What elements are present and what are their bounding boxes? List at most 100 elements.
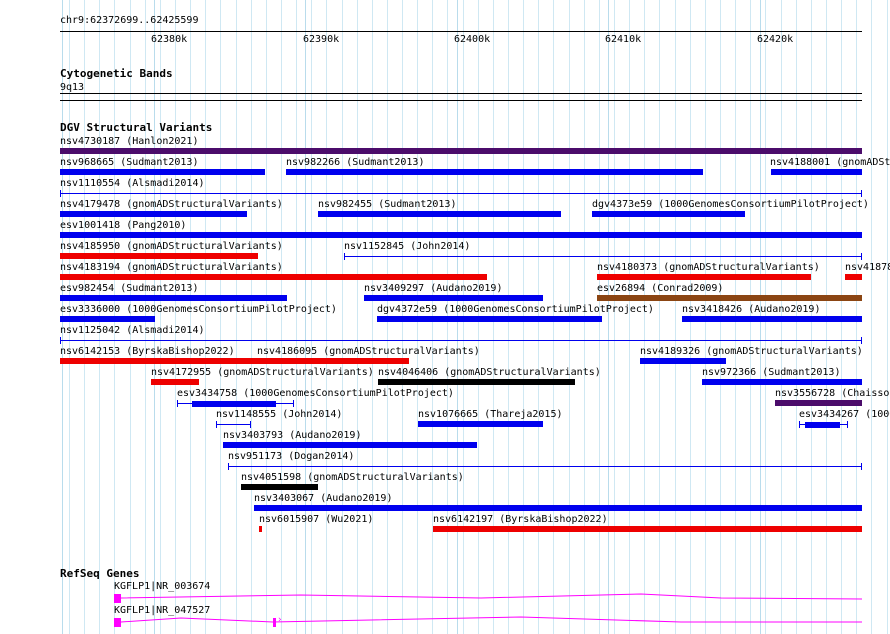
variant-label[interactable]: esv3434758 (1000GenomesConsortiumPilotPr…	[177, 388, 454, 399]
variant-label[interactable]: nsv982455 (Sudmant2013)	[318, 199, 456, 210]
ruler-tick: 62380k	[151, 34, 188, 45]
variant-feature[interactable]	[845, 274, 862, 280]
variant-label[interactable]: nsv4189326 (gnomADStructuralVariants)	[640, 346, 863, 357]
variant-label[interactable]: nsv6142153 (ByrskaBishop2022)	[60, 346, 235, 357]
variant-feature[interactable]	[775, 400, 862, 406]
variant-label[interactable]: esv3336000 (1000GenomesConsortiumPilotPr…	[60, 304, 337, 315]
variant-feature[interactable]	[60, 295, 287, 301]
variant-feature[interactable]	[60, 316, 155, 322]
variant-feature[interactable]	[364, 295, 543, 301]
ruler-tick: 62390k	[303, 34, 340, 45]
variant-label[interactable]: nsv4051598 (gnomADStructuralVariants)	[241, 472, 464, 483]
variant-label[interactable]: nsv4186095 (gnomADStructuralVariants)	[257, 346, 480, 357]
variant-block[interactable]	[192, 401, 276, 407]
variant-label[interactable]: nsv982266 (Sudmant2013)	[286, 157, 424, 168]
variant-feature[interactable]	[60, 232, 862, 238]
variant-feature[interactable]	[60, 253, 258, 259]
variant-label[interactable]: nsv3418426 (Audano2019)	[682, 304, 820, 315]
variant-label[interactable]: nsv1110554 (Alsmadi2014)	[60, 178, 205, 189]
variant-label[interactable]: esv982454 (Sudmant2013)	[60, 283, 198, 294]
cytoband-band-bottom	[60, 100, 862, 101]
variant-feature[interactable]	[60, 148, 862, 154]
variant-feature[interactable]	[60, 169, 265, 175]
variant-label[interactable]: nsv1076665 (Thareja2015)	[418, 409, 563, 420]
variant-feature[interactable]	[592, 211, 745, 217]
cytoband-band[interactable]	[60, 93, 862, 94]
variant-block[interactable]	[805, 422, 840, 428]
variant-endcap	[250, 421, 251, 428]
track-title-refseq[interactable]: RefSeq Genes	[60, 568, 139, 580]
variant-feature[interactable]	[60, 340, 862, 341]
variant-feature[interactable]	[378, 379, 575, 385]
variant-endcap	[344, 253, 345, 260]
variant-feature[interactable]	[60, 358, 257, 364]
variant-label[interactable]: nsv4730187 (Hanlon2021)	[60, 136, 198, 147]
variant-label[interactable]: nsv3409297 (Audano2019)	[364, 283, 502, 294]
variant-feature[interactable]	[702, 379, 862, 385]
variant-label[interactable]: nsv1125042 (Alsmadi2014)	[60, 325, 205, 336]
variant-feature[interactable]	[216, 424, 251, 425]
variant-feature[interactable]	[223, 442, 477, 448]
variant-endcap	[861, 337, 862, 344]
track-title-dgv[interactable]: DGV Structural Variants	[60, 122, 212, 134]
variant-label[interactable]: nsv3403793 (Audano2019)	[223, 430, 361, 441]
variant-feature[interactable]	[682, 316, 862, 322]
track-title-cytoband[interactable]: Cytogenetic Bands	[60, 68, 173, 80]
ruler-tick: 62410k	[605, 34, 642, 45]
variant-label[interactable]: nsv41878	[845, 262, 890, 273]
variant-label[interactable]: dgv4373e59 (1000GenomesConsortiumPilotPr…	[592, 199, 869, 210]
variant-endcap	[861, 190, 862, 197]
variant-feature[interactable]	[433, 526, 862, 532]
variant-feature[interactable]	[60, 193, 862, 194]
ruler-tick: 62400k	[454, 34, 491, 45]
variant-feature[interactable]	[254, 505, 862, 511]
variant-feature[interactable]	[377, 316, 602, 322]
variant-label[interactable]: esv26894 (Conrad2009)	[597, 283, 723, 294]
variant-label[interactable]: nsv4185950 (gnomADStructuralVariants)	[60, 241, 283, 252]
variant-endcap	[177, 400, 178, 407]
variant-endcap	[847, 421, 848, 428]
variant-label[interactable]: dgv4372e59 (1000GenomesConsortiumPilotPr…	[377, 304, 654, 315]
variant-feature[interactable]	[60, 274, 487, 280]
variant-feature[interactable]	[257, 358, 409, 364]
variant-feature[interactable]	[640, 358, 726, 364]
variant-label[interactable]: nsv972366 (Sudmant2013)	[702, 367, 840, 378]
variant-label[interactable]: nsv4179478 (gnomADStructuralVariants)	[60, 199, 283, 210]
gene-exon[interactable]	[114, 618, 121, 627]
variant-label[interactable]: nsv4046406 (gnomADStructuralVariants)	[378, 367, 601, 378]
gene-exon[interactable]	[114, 594, 121, 603]
variant-label[interactable]: nsv6142197 (ByrskaBishop2022)	[433, 514, 608, 525]
variant-label[interactable]: nsv968665 (Sudmant2013)	[60, 157, 198, 168]
variant-label[interactable]: nsv4180373 (gnomADStructuralVariants)	[597, 262, 820, 273]
variant-feature[interactable]	[597, 295, 862, 301]
variant-feature[interactable]	[418, 421, 543, 427]
variant-label[interactable]: esv1001418 (Pang2010)	[60, 220, 186, 231]
variant-label[interactable]: nsv1148555 (John2014)	[216, 409, 342, 420]
variant-endcap	[228, 463, 229, 470]
variant-feature[interactable]	[60, 211, 247, 217]
variant-label[interactable]: nsv3556728 (Chaisson	[775, 388, 890, 399]
variant-feature[interactable]	[228, 466, 862, 467]
variant-feature[interactable]	[771, 169, 862, 175]
variant-label[interactable]: nsv4188001 (gnomADStr	[770, 157, 890, 168]
variant-label[interactable]: nsv951173 (Dogan2014)	[228, 451, 354, 462]
ruler-axis	[60, 31, 862, 32]
variant-feature[interactable]	[241, 484, 318, 490]
variant-label[interactable]: nsv4183194 (gnomADStructuralVariants)	[60, 262, 283, 273]
variant-label[interactable]: nsv6015907 (Wu2021)	[259, 514, 373, 525]
variant-endcap	[293, 400, 294, 407]
variant-label[interactable]: nsv1152845 (John2014)	[344, 241, 470, 252]
variant-feature[interactable]	[318, 211, 561, 217]
cytoband-label[interactable]: 9q13	[60, 82, 84, 93]
variant-feature[interactable]	[151, 379, 199, 385]
variant-feature[interactable]	[259, 526, 262, 532]
variant-label[interactable]: esv3434267 (1000	[799, 409, 890, 420]
variant-feature[interactable]	[286, 169, 703, 175]
variant-label[interactable]: nsv4172955 (gnomADStructuralVariants)	[151, 367, 374, 378]
variant-feature[interactable]	[597, 274, 811, 280]
gene-intron-line	[121, 616, 862, 623]
ruler-tick: 62420k	[757, 34, 794, 45]
variant-label[interactable]: nsv3403067 (Audano2019)	[254, 493, 392, 504]
variant-endcap	[60, 337, 61, 344]
variant-feature[interactable]	[344, 256, 862, 257]
